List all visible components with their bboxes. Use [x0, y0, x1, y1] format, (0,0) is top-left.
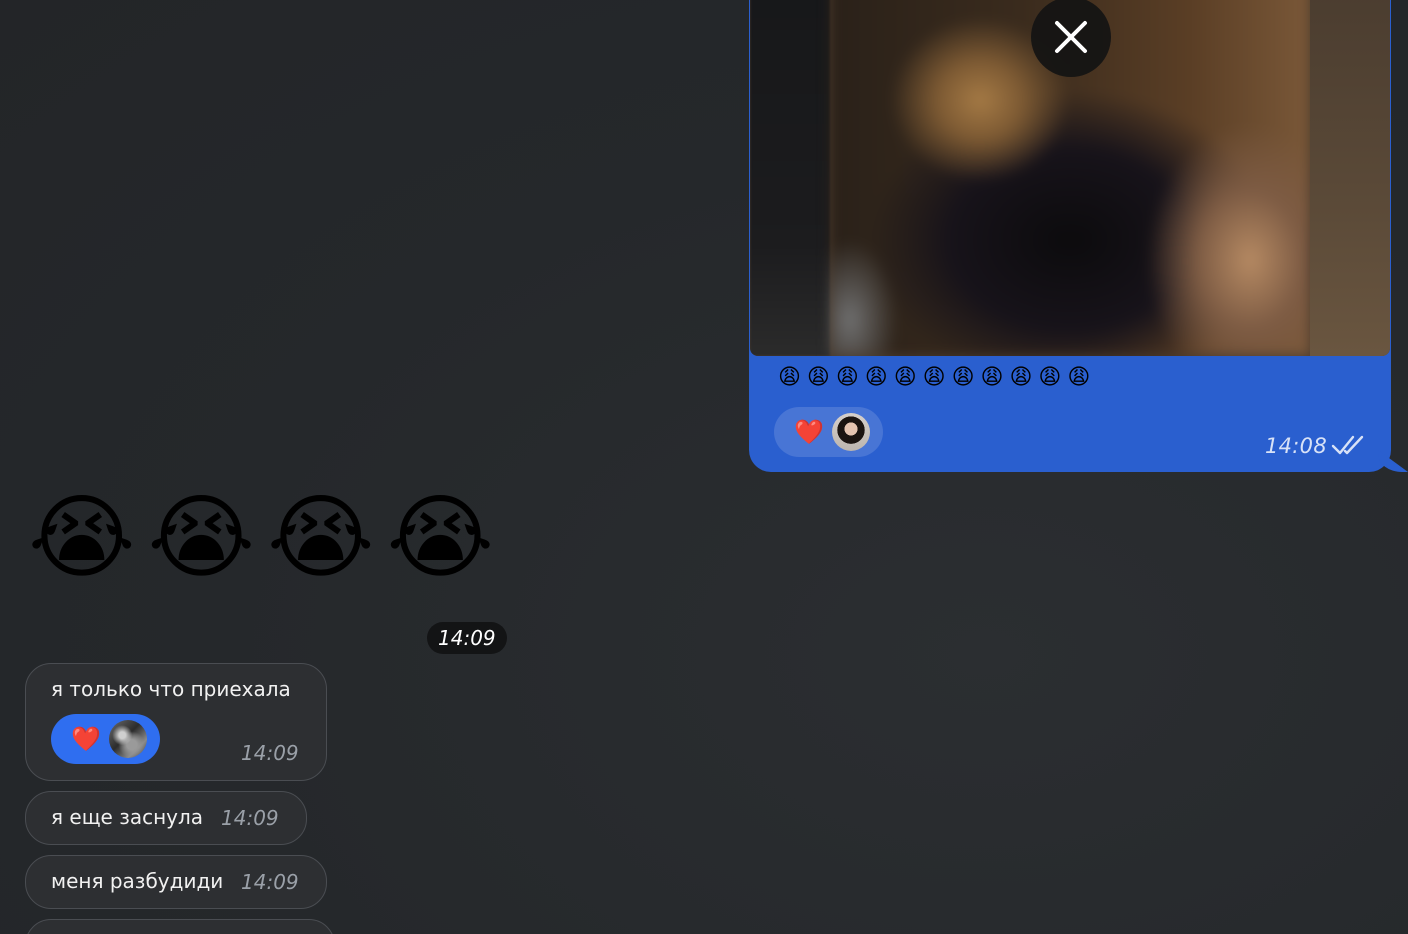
photo-blur-right — [1310, 0, 1390, 356]
message-text: я еще заснула — [51, 805, 204, 829]
photo-blur-left — [750, 0, 830, 356]
incoming-message-partial[interactable] — [25, 919, 335, 934]
message-time: 14:09 — [221, 806, 279, 830]
message-emoji-text: 😩😩😩😩😩😩😩😩😩😩😩 — [778, 365, 1097, 390]
message-time: 14:09 — [241, 870, 299, 894]
chat-history: 😩😩😩😩😩😩😩😩😩😩😩 ❤️ 14:08 😭😭😭😭 14:09 я только… — [0, 0, 1408, 934]
message-text: меня разбудиди — [51, 869, 224, 893]
heart-reaction-chip[interactable]: ❤️ — [51, 714, 160, 764]
heart-icon: ❤️ — [71, 725, 101, 753]
incoming-message[interactable]: я только что приехала ❤️ 14:09 — [25, 663, 327, 781]
message-time: 14:08 — [1264, 434, 1327, 458]
message-time: 14:09 — [241, 741, 299, 765]
user-avatar — [831, 413, 870, 451]
blurred-photo[interactable] — [750, 0, 1390, 356]
heart-reaction-chip[interactable]: ❤️ — [774, 407, 883, 457]
message-text: я только что приехала — [51, 677, 291, 701]
double-check-icon — [1331, 435, 1364, 455]
user-avatar — [108, 720, 147, 758]
big-emoji-message[interactable]: 😭😭😭😭 — [28, 478, 506, 598]
close-icon[interactable] — [1031, 0, 1111, 77]
emoji-message-time: 14:09 — [427, 622, 507, 654]
outgoing-media-message[interactable]: 😩😩😩😩😩😩😩😩😩😩😩 ❤️ 14:08 — [749, 0, 1391, 472]
incoming-message[interactable]: меня разбудиди 14:09 — [25, 855, 327, 909]
incoming-message[interactable]: я еще заснула 14:09 — [25, 791, 307, 845]
heart-icon: ❤️ — [794, 418, 824, 446]
